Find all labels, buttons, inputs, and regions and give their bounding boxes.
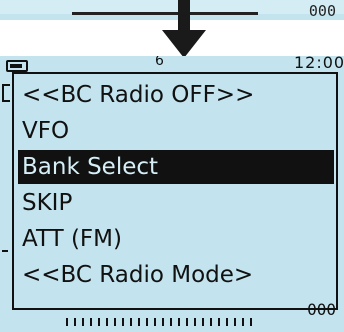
menu-item-att-fm[interactable]: ATT (FM) [18,222,334,256]
signal-scale [66,318,252,326]
battery-icon [6,60,28,72]
status-bar: 6 12:00 [0,56,344,72]
previous-screen-value: 000 [308,2,336,20]
lcd-screen: 6 12:00 <<BC Radio OFF>> VFO Bank Select… [0,56,344,332]
quick-menu: <<BC Radio OFF>> VFO Bank Select SKIP AT… [12,72,338,310]
menu-item-vfo[interactable]: VFO [18,114,334,148]
edge-marker [2,84,10,102]
bottom-value: 000 [307,300,336,319]
menu-item-skip[interactable]: SKIP [18,186,334,220]
status-glyph: 6 [155,56,164,69]
menu-item-bc-radio-mode[interactable]: <<BC Radio Mode> [18,258,334,292]
menu-item-bank-select[interactable]: Bank Select [18,150,334,184]
menu-item-bc-radio-off[interactable]: <<BC Radio OFF>> [18,78,334,112]
clock: 12:00 [294,56,344,72]
down-arrow-icon [162,0,206,58]
edge-tick [2,250,8,252]
